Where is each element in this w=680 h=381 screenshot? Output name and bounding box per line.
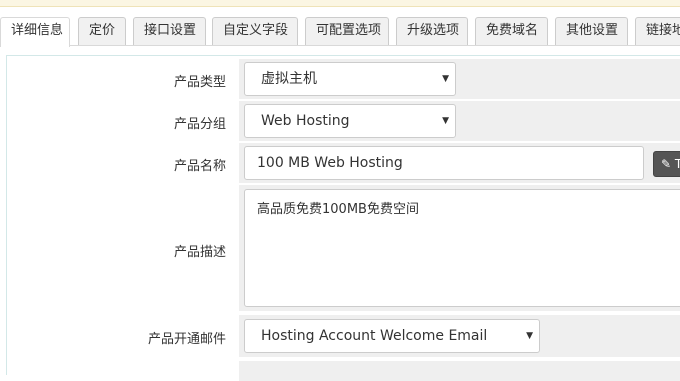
row-next-partial	[7, 361, 680, 381]
label-welcome-email: 产品开通邮件	[147, 332, 226, 347]
caret-down-icon: ▼	[442, 74, 449, 84]
product-type-select[interactable]: 虚拟主机 ▼	[244, 62, 456, 96]
row-product-name: 产品名称 100 MB Web Hosting ✎ Tr	[7, 143, 680, 183]
tab-free-domain[interactable]: 免费域名	[475, 17, 548, 45]
tab-configurable-options[interactable]: 可配置选项	[305, 17, 389, 45]
top-notice-strip	[0, 0, 680, 7]
translate-button[interactable]: ✎ Tr	[653, 151, 680, 177]
details-panel: 产品类型 虚拟主机 ▼ 产品分组 Web Hosting ▼ 产品名称 100 …	[6, 55, 680, 381]
row-product-desc: 产品描述 高品质免费100MB免费空间	[7, 185, 680, 311]
label-product-desc: 产品描述	[173, 245, 226, 260]
tab-links[interactable]: 链接地址	[635, 17, 680, 45]
tab-pricing[interactable]: 定价	[78, 17, 126, 45]
label-product-name: 产品名称	[173, 159, 226, 174]
tab-bar: 详细信息 定价 接口设置 自定义字段 可配置选项 升级选项 免费域名 其他设置 …	[0, 17, 680, 47]
label-product-type: 产品类型	[173, 75, 226, 90]
caret-down-icon: ▼	[442, 116, 449, 126]
row-product-type: 产品类型 虚拟主机 ▼	[7, 59, 680, 99]
row-welcome-email: 产品开通邮件 Hosting Account Welcome Email ▼	[7, 315, 680, 357]
tab-details[interactable]: 详细信息	[0, 17, 70, 47]
welcome-email-select[interactable]: Hosting Account Welcome Email ▼	[244, 319, 540, 353]
edit-icon: ✎	[661, 157, 672, 171]
field-bg	[239, 361, 680, 381]
row-product-group: 产品分组 Web Hosting ▼	[7, 101, 680, 141]
tab-custom-fields[interactable]: 自定义字段	[212, 17, 298, 45]
product-group-select[interactable]: Web Hosting ▼	[244, 104, 456, 138]
product-desc-textarea[interactable]: 高品质免费100MB免费空间	[244, 189, 680, 307]
caret-down-icon: ▼	[526, 331, 533, 341]
product-name-input[interactable]: 100 MB Web Hosting	[244, 146, 644, 180]
tab-other[interactable]: 其他设置	[555, 17, 628, 45]
tab-module-settings[interactable]: 接口设置	[133, 17, 206, 45]
tab-upgrades[interactable]: 升级选项	[396, 17, 468, 45]
label-product-group: 产品分组	[173, 117, 226, 132]
